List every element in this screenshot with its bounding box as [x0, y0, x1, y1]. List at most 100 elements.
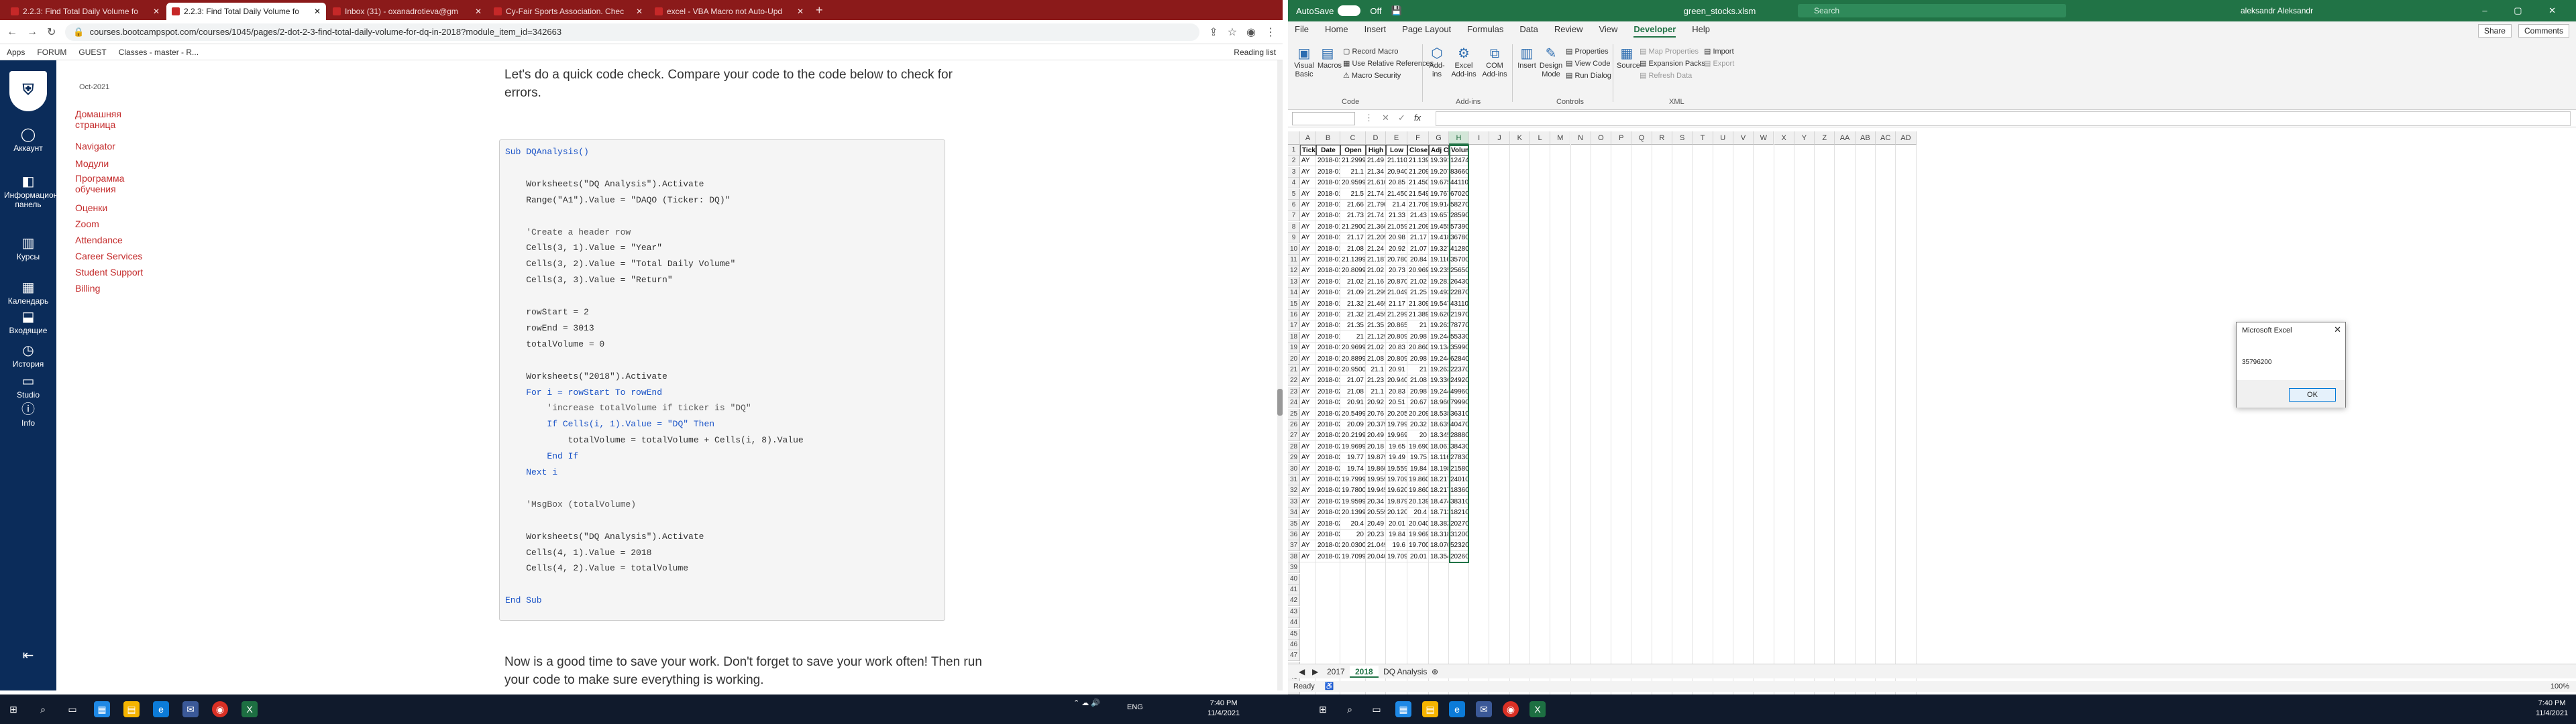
data-cell[interactable]: AY	[1300, 255, 1316, 265]
data-cell[interactable]: 21.08	[1366, 353, 1386, 365]
ribbon-tab-page-layout[interactable]: Page Layout	[1402, 24, 1451, 38]
data-cell[interactable]: AY	[1300, 408, 1316, 420]
column-header[interactable]: B	[1316, 131, 1340, 145]
data-cell[interactable]: 20.67	[1407, 398, 1429, 409]
data-cell[interactable]: 20.780001	[1386, 255, 1407, 265]
data-cell[interactable]: AY	[1300, 485, 1316, 497]
column-header[interactable]: AA	[1835, 131, 1856, 145]
column-header[interactable]: C	[1340, 131, 1366, 145]
scrollbar-thumb[interactable]	[1277, 389, 1283, 416]
data-cell[interactable]: 2018-01-17	[1316, 265, 1340, 277]
visual-basic-button[interactable]: ▣ Visual Basic	[1292, 46, 1316, 79]
row-header[interactable]: 47	[1288, 650, 1300, 662]
data-cell[interactable]: 18.639156	[1429, 420, 1449, 430]
data-cell[interactable]: 19.969999	[1386, 430, 1407, 442]
row-header[interactable]: 33	[1288, 496, 1300, 507]
view-code-button[interactable]: ▤ View Code	[1566, 59, 1610, 68]
column-header[interactable]: AC	[1876, 131, 1896, 145]
column-header[interactable]: AD	[1896, 131, 1917, 145]
ribbon-tab-help[interactable]: Help	[1692, 24, 1710, 38]
row-header[interactable]: 16	[1288, 310, 1300, 320]
data-cell[interactable]: 21.360001	[1366, 221, 1386, 233]
data-cell[interactable]: 20.865	[1386, 320, 1407, 332]
chrome-icon[interactable]: ◉	[1503, 701, 1519, 717]
data-cell[interactable]: 21.35	[1366, 320, 1386, 332]
data-cell[interactable]: 19.418848	[1429, 233, 1449, 244]
data-cell[interactable]: 21.610001	[1366, 178, 1386, 189]
mail-icon[interactable]: ✉	[1476, 701, 1492, 717]
course-nav-link[interactable]: Student Support	[75, 267, 149, 278]
data-cell[interactable]: 21.299999	[1366, 288, 1386, 299]
data-cell[interactable]: AY	[1300, 233, 1316, 244]
data-cell[interactable]: AY	[1300, 166, 1316, 178]
properties-button[interactable]: ▤ Properties	[1566, 47, 1609, 56]
data-cell[interactable]: 21.549999	[1407, 188, 1429, 200]
header-cell[interactable]: Close	[1407, 145, 1429, 156]
data-cell[interactable]: 19.49	[1386, 452, 1407, 464]
data-cell[interactable]: 21	[1407, 320, 1429, 332]
row-header[interactable]: 24	[1288, 398, 1300, 409]
data-cell[interactable]: 20.809999	[1386, 353, 1407, 365]
header-cell[interactable]: Date	[1316, 145, 1340, 156]
data-cell[interactable]: 21.07	[1340, 375, 1366, 387]
data-cell[interactable]: 20.4	[1407, 507, 1429, 519]
data-cell[interactable]: 20.34	[1366, 496, 1386, 507]
chrome-icon[interactable]: ◉	[212, 701, 228, 717]
data-cell[interactable]: 18.070444	[1429, 540, 1449, 552]
data-cell[interactable]: 20.01	[1386, 518, 1407, 530]
data-cell[interactable]: 21.17	[1407, 233, 1429, 244]
data-cell[interactable]: 21.790001	[1366, 200, 1386, 210]
row-header[interactable]: 11	[1288, 255, 1300, 265]
data-cell[interactable]: 21	[1407, 365, 1429, 375]
data-cell[interactable]: 2018-01-09	[1316, 210, 1340, 222]
column-header[interactable]: F	[1407, 131, 1429, 145]
data-cell[interactable]: 20.91	[1386, 365, 1407, 375]
row-header[interactable]: 1	[1288, 145, 1300, 156]
data-cell[interactable]: 19.959999	[1340, 496, 1366, 507]
data-cell[interactable]: 20.120001	[1386, 507, 1407, 519]
data-cell[interactable]: 2018-02-06	[1316, 420, 1340, 430]
data-cell[interactable]: 21.187	[1366, 255, 1386, 265]
save-icon[interactable]: 💾	[1391, 5, 1401, 16]
data-cell[interactable]: 20.209999	[1407, 408, 1429, 420]
row-header[interactable]: 36	[1288, 530, 1300, 540]
data-cell[interactable]: 19.780001	[1340, 485, 1366, 497]
course-nav-link[interactable]: Career Services	[75, 251, 149, 261]
data-cell[interactable]: 19.244566	[1429, 353, 1449, 365]
row-header[interactable]: 6	[1288, 200, 1300, 210]
data-cell[interactable]: 2018-01-10	[1316, 221, 1340, 233]
data-cell[interactable]: 20.969999	[1407, 265, 1429, 277]
map-properties-button[interactable]: ▤ Map Properties	[1640, 47, 1699, 56]
data-cell[interactable]: 21.709999	[1407, 200, 1429, 210]
close-icon[interactable]: ✕	[636, 7, 643, 16]
data-cell[interactable]: 2018-02-01	[1316, 386, 1340, 398]
data-cell[interactable]: 20.559999	[1366, 507, 1386, 519]
data-cell[interactable]: 21.34	[1366, 166, 1386, 178]
row-header[interactable]: 5	[1288, 188, 1300, 200]
data-cell[interactable]: AY	[1300, 320, 1316, 332]
data-cell[interactable]: AY	[1300, 353, 1316, 365]
data-cell[interactable]: 20.870001	[1386, 276, 1407, 288]
data-cell[interactable]: 19.657343	[1429, 210, 1449, 222]
data-cell[interactable]: 21.09	[1340, 288, 1366, 299]
nav-item-info[interactable]: ⓘ Info	[0, 402, 56, 428]
row-header[interactable]: 31	[1288, 475, 1300, 485]
data-cell[interactable]: 20.91	[1340, 398, 1366, 409]
data-cell[interactable]: 21.139999	[1340, 255, 1366, 265]
data-cell[interactable]: AY	[1300, 530, 1316, 540]
data-cell[interactable]: AY	[1300, 430, 1316, 442]
column-header[interactable]: G	[1429, 131, 1449, 145]
browser-tab[interactable]: Inbox (31) - oxanadrotieva@gm ✕	[327, 3, 487, 20]
data-cell[interactable]: 20.98	[1386, 233, 1407, 244]
data-cell[interactable]: AY	[1300, 365, 1316, 375]
data-cell[interactable]: 21.299999	[1386, 310, 1407, 320]
course-nav-link[interactable]: Zoom	[75, 219, 149, 229]
data-cell[interactable]: 19.84	[1386, 530, 1407, 540]
data-cell[interactable]: 21.469999	[1366, 298, 1386, 310]
data-cell[interactable]: AY	[1300, 475, 1316, 485]
column-header[interactable]: W	[1754, 131, 1774, 145]
data-cell[interactable]: 2018-01-31	[1316, 375, 1340, 387]
data-cell[interactable]: 2018-01-22	[1316, 298, 1340, 310]
column-header[interactable]: D	[1366, 131, 1386, 145]
row-header[interactable]: 46	[1288, 640, 1300, 650]
